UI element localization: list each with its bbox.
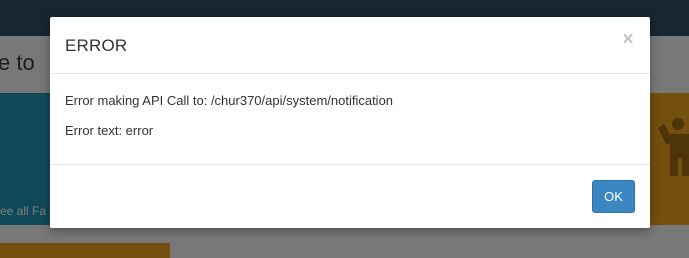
error-text-message: Error text: error xyxy=(65,123,154,138)
api-error-message: Error making API Call to: /chur370/api/s… xyxy=(65,93,394,108)
close-icon[interactable]: × xyxy=(620,30,636,50)
dialog-footer: OK xyxy=(50,165,650,228)
dialog-title: ERROR xyxy=(65,36,128,55)
error-dialog: ERROR × Error making API Call to: /chur3… xyxy=(50,17,650,228)
dialog-header: ERROR × xyxy=(50,17,650,74)
dialog-body: Error making API Call to: /chur370/api/s… xyxy=(50,74,650,165)
ok-button[interactable]: OK xyxy=(592,180,635,213)
